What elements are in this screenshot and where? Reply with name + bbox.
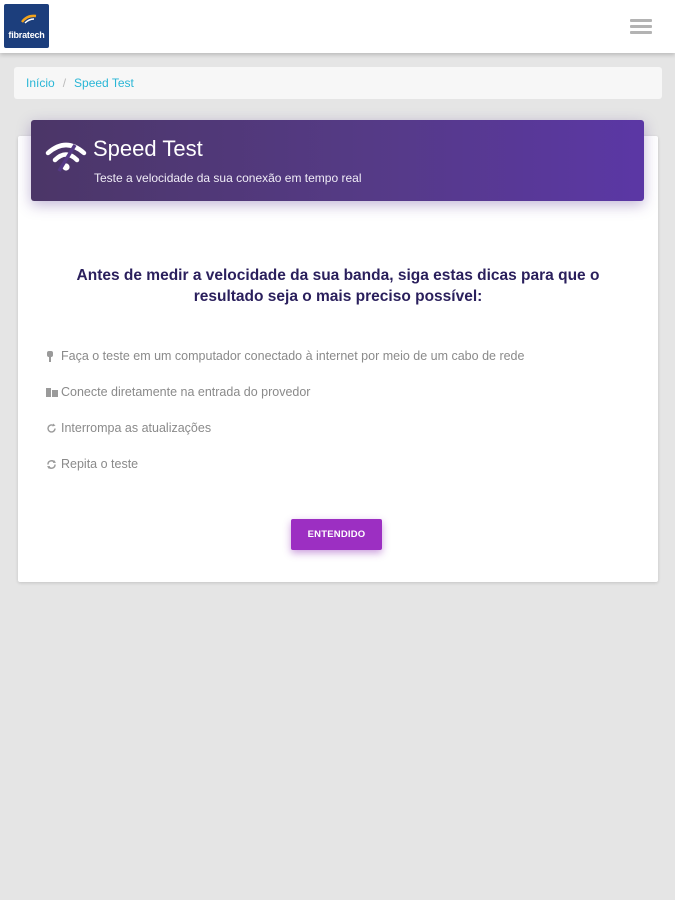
card-title: Speed Test (93, 136, 203, 161)
tip-text: Interrompa as atualizações (61, 421, 212, 435)
intro-heading: Antes de medir a velocidade da sua banda… (76, 267, 600, 305)
tip-text: Repita o teste (61, 457, 139, 471)
plug-icon (46, 349, 61, 363)
list-item: Interrompa as atualizações (46, 410, 626, 446)
card-header: Speed Test Teste a velocidade da sua con… (31, 120, 644, 201)
tip-text: Conecte diretamente na entrada do proved… (61, 385, 311, 399)
breadcrumb-current: Speed Test (74, 76, 134, 90)
logo-mark-icon (21, 14, 37, 24)
building-icon (46, 385, 61, 399)
list-item: Repita o teste (46, 446, 626, 482)
breadcrumb-home-link[interactable]: Início (26, 76, 55, 90)
repeat-icon (46, 457, 61, 471)
tip-text: Faça o teste em um computador conectado … (61, 349, 525, 363)
top-navbar: fibratech (0, 0, 675, 53)
wifi-icon (45, 142, 87, 172)
refresh-icon (46, 421, 61, 435)
fibratech-logo[interactable]: fibratech (4, 4, 49, 48)
breadcrumb: Início / Speed Test (14, 67, 662, 99)
logo-text: fibratech (8, 30, 45, 40)
tips-list: Faça o teste em um computador conectado … (46, 338, 626, 482)
list-item: Conecte diretamente na entrada do proved… (46, 374, 626, 410)
breadcrumb-separator: / (62, 76, 67, 90)
card-subtitle: Teste a velocidade da sua conexão em tem… (94, 171, 362, 185)
hamburger-menu-icon[interactable] (627, 16, 655, 38)
list-item: Faça o teste em um computador conectado … (46, 338, 626, 374)
entendido-button[interactable]: ENTENDIDO (291, 519, 382, 550)
